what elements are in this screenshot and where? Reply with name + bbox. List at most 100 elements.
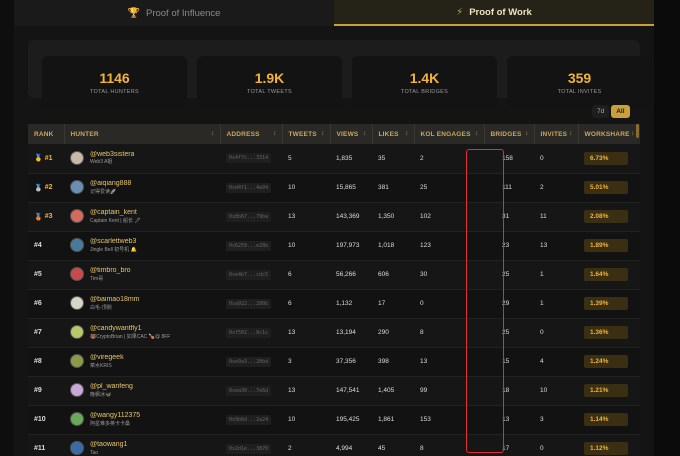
workshare-cell: 6.73%: [578, 144, 640, 174]
column-header-kol-engages[interactable]: KOL ENGAGES ⋮: [414, 124, 485, 144]
avatar[interactable]: [70, 238, 84, 253]
leaderboard-table: RANK HUNTER ⋮ ADDRESS ⋮ TWEETS ⋮ VIEWS ⋮ LIKES ⋮ KO…: [28, 124, 640, 456]
range-all-button[interactable]: All: [611, 105, 630, 118]
workshare-badge: 1.39%: [584, 297, 628, 310]
column-header-likes[interactable]: LIKES ⋮: [372, 124, 415, 144]
rank-label: #6: [34, 300, 42, 307]
wallet-address[interactable]: 0xea30...7e6d: [226, 385, 272, 396]
stat-card-total-tweets: 1.9K TOTAL TWEETS: [197, 56, 342, 108]
stat-card-total-bridges: 1.4K TOTAL BRIDGES: [352, 56, 497, 108]
workshare-cell: 1.39%: [578, 289, 640, 319]
table-row[interactable]: #11 @taowang1 Tao 0x2d1e...3870 2 4,994 45 8 17 0…: [28, 434, 640, 456]
hunter-display-name: Tim哥: [90, 275, 104, 282]
avatar[interactable]: [70, 151, 84, 166]
avatar[interactable]: [70, 180, 84, 195]
column-header-hunter[interactable]: HUNTER ⋮: [64, 124, 221, 144]
sort-icon: ⋮: [524, 131, 530, 137]
hunter-handle-link[interactable]: @taowang1: [90, 441, 127, 449]
avatar[interactable]: [70, 412, 84, 427]
wallet-address[interactable]: 0x4f7c...3314: [226, 153, 272, 164]
table-row[interactable]: 🥉 #3 @captain_kent Captain Kent | 船长 🖋 0x8b6…: [28, 202, 640, 232]
table-row[interactable]: #9 @pl_wanfeng 晚枫冰🦋 0xea30...7e6d 13 147,541 1…: [28, 376, 640, 406]
medal-icon: 🥇: [34, 155, 43, 163]
address-cell: 0xf502...8c1c: [220, 318, 282, 348]
table-scrollbar[interactable]: [636, 124, 639, 138]
sort-icon: ⋮: [630, 131, 636, 137]
table-row[interactable]: #8 @viregeek 菜水KRIS 0xe9a3...20bd 3 37,356 398…: [28, 347, 640, 377]
avatar[interactable]: [70, 209, 84, 224]
table-row[interactable]: #5 @timbro_bro Tim哥 0xe4b7...cdc5 6 56,266 606…: [28, 260, 640, 290]
hunter-handle-link[interactable]: @aiqiang888: [90, 180, 131, 188]
hunter-handle-link[interactable]: @scarlettweb3: [90, 238, 137, 246]
avatar[interactable]: [70, 354, 84, 369]
wallet-address[interactable]: 0x9b6d...2a24: [226, 414, 272, 425]
hunter-handle-link[interactable]: @timbro_bro: [90, 267, 131, 275]
workshare-cell: 5.01%: [578, 173, 640, 203]
hunter-handle-link[interactable]: @baimao18mm: [90, 296, 140, 304]
views-cell: 195,425: [330, 405, 372, 435]
table-row[interactable]: 🥇 #1 @web3sistera Web3 A姐 0x4f7c...3314 5 1,83…: [28, 144, 640, 174]
wallet-address[interactable]: 0xe9a3...20bd: [226, 356, 272, 367]
wallet-address[interactable]: 0xf502...8c1c: [226, 327, 272, 338]
hunter-display-name: 白毛-顶侧: [90, 304, 112, 311]
rank-label: #2: [44, 184, 53, 191]
table-row[interactable]: #4 @scarlettweb3 Jingle Bell 初号机 🔔 0x6259..…: [28, 231, 640, 261]
sort-icon: ⋮: [362, 131, 368, 137]
wallet-address[interactable]: 0xa922...280b: [226, 298, 272, 309]
rank-cell: #11: [28, 434, 64, 456]
hunter-handle-link[interactable]: @candywantfly1: [90, 325, 170, 333]
column-header-invites[interactable]: INVITES ⋮: [534, 124, 579, 144]
column-header-tweets[interactable]: TWEETS ⋮: [282, 124, 331, 144]
address-cell: 0x2d1e...3870: [220, 434, 282, 456]
tab-proof-of-work[interactable]: ⚡ Proof of Work: [334, 0, 654, 26]
hunter-handle-link[interactable]: @captain_kent: [90, 209, 141, 217]
avatar[interactable]: [70, 441, 84, 456]
invites-cell: 0: [534, 144, 578, 174]
hunter-cell: @timbro_bro Tim哥: [64, 260, 220, 290]
workshare-badge: 1.21%: [584, 384, 628, 397]
column-header-workshare[interactable]: WORKSHARE ⋮: [578, 124, 640, 144]
avatar[interactable]: [70, 267, 84, 282]
stat-label: TOTAL HUNTERS: [89, 88, 140, 95]
page-margin: [654, 0, 680, 456]
table-row[interactable]: #7 @candywantfly1 🐻CryptoBrian | 如果CAC 🍗😋 …: [28, 318, 640, 348]
likes-cell: 1,861: [372, 405, 414, 435]
column-header-label: KOL ENGAGES: [420, 130, 471, 138]
wallet-address[interactable]: 0x8b67...79ba: [226, 211, 272, 222]
tweets-cell: 2: [282, 434, 330, 456]
column-header-bridges[interactable]: BRIDGES ⋮: [484, 124, 535, 144]
medal-icon: 🥉: [34, 213, 43, 221]
column-header-views[interactable]: VIEWS ⋮: [330, 124, 373, 144]
avatar[interactable]: [70, 383, 84, 398]
wallet-address[interactable]: 0xd4f1...4a94: [226, 182, 272, 193]
range-7d-button[interactable]: 7d: [592, 105, 610, 118]
kol-engages-cell: 153: [414, 405, 484, 435]
workshare-cell: 1.89%: [578, 231, 640, 261]
avatar[interactable]: [70, 325, 84, 340]
workshare-badge: 5.01%: [584, 181, 628, 194]
table-row[interactable]: 🥈 #2 @aiqiang888 记得爱读🚀 0xd4f1...4a94 10 15,865…: [28, 173, 640, 203]
hunter-handle-link[interactable]: @pl_wanfeng: [90, 383, 133, 391]
sort-icon: ⋮: [272, 131, 278, 137]
wallet-address[interactable]: 0x2d1e...3870: [226, 443, 272, 454]
bridges-cell: 18: [484, 376, 534, 406]
invites-cell: 3: [534, 405, 578, 435]
hunter-handle-link[interactable]: @viregeek: [90, 354, 124, 362]
trophy-icon: 🏆: [127, 7, 140, 19]
rank-cell: #6: [28, 289, 64, 319]
views-cell: 4,994: [330, 434, 372, 456]
tab-proof-of-influence[interactable]: 🏆 Proof of Influence: [14, 0, 334, 26]
column-header-address[interactable]: ADDRESS ⋮: [220, 124, 283, 144]
column-header-rank[interactable]: RANK: [28, 124, 65, 144]
avatar[interactable]: [70, 296, 84, 311]
time-range-toggle: 7d All: [592, 105, 630, 118]
wallet-address[interactable]: 0x6259...e28b: [226, 240, 272, 251]
hunter-cell: @wangy112375 阿星难多英卡卡桑: [64, 405, 220, 435]
table-row[interactable]: #6 @baimao18mm 白毛-顶侧 0xa922...280b 6 1,132 17 0…: [28, 289, 640, 319]
column-header-label: ADDRESS: [226, 130, 260, 138]
invites-cell: 0: [534, 434, 578, 456]
wallet-address[interactable]: 0xe4b7...cdc5: [226, 269, 272, 280]
table-row[interactable]: #10 @wangy112375 阿星难多英卡卡桑 0x9b6d...2a24 10 19…: [28, 405, 640, 435]
invites-cell: 4: [534, 347, 578, 377]
hunter-handle-link[interactable]: @wangy112375: [90, 412, 140, 420]
